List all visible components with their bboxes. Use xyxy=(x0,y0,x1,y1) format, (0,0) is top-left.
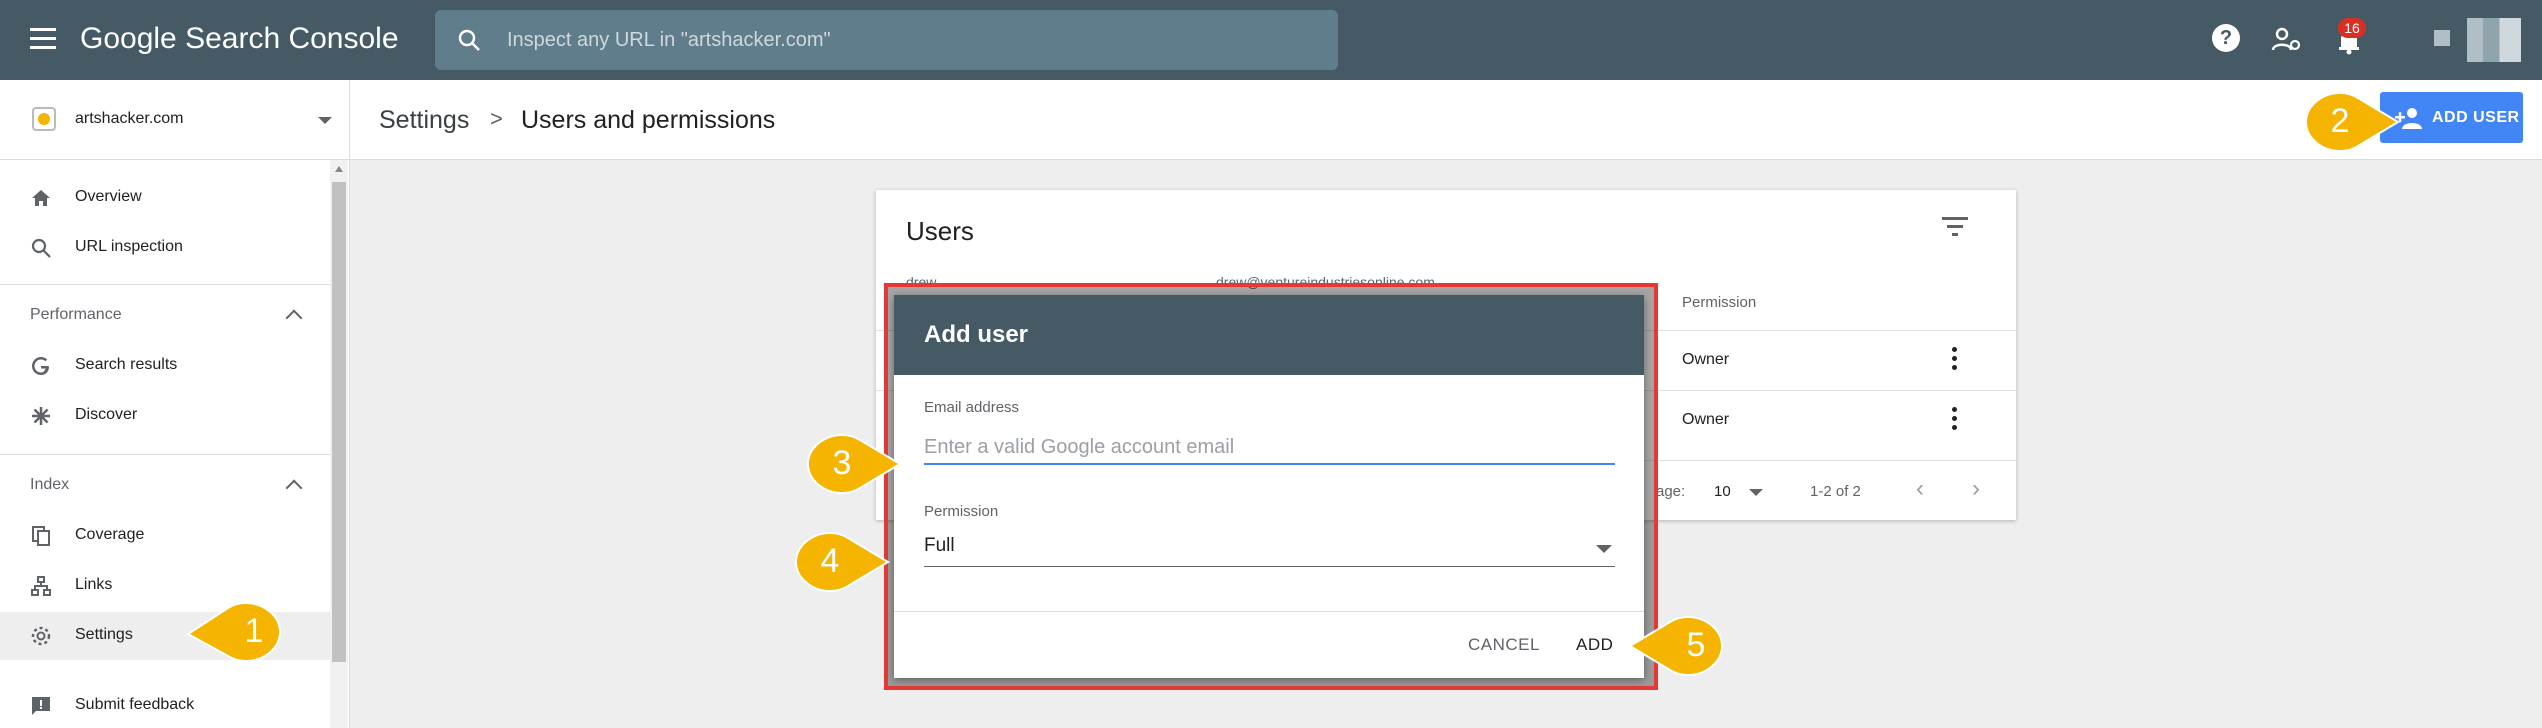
add-user-dialog: Add user Email address Permission Full C… xyxy=(894,295,1644,678)
feedback-icon xyxy=(32,697,50,715)
section-header-index[interactable]: Index xyxy=(30,476,69,494)
callout-number: 5 xyxy=(1686,626,1706,664)
sidebar-item-label: Links xyxy=(75,576,113,593)
divider xyxy=(894,611,1644,612)
chevron-up-icon[interactable] xyxy=(285,479,303,497)
search-icon xyxy=(31,238,51,258)
sidebar: Overview URL inspection Performance Sear… xyxy=(0,160,350,728)
sidebar-item-label: URL inspection xyxy=(75,238,183,255)
sidebar-item-label: Coverage xyxy=(75,526,145,543)
avatar[interactable] xyxy=(2467,18,2521,62)
manage-account-icon[interactable] xyxy=(2270,24,2302,56)
permission-cell: Owner xyxy=(1682,351,1730,368)
section-header-performance[interactable]: Performance xyxy=(30,306,122,324)
sidebar-item-label: Overview xyxy=(75,188,142,205)
cancel-button[interactable]: CANCEL xyxy=(1468,635,1540,655)
more-vert-icon[interactable] xyxy=(1952,407,1958,431)
email-label: Email address xyxy=(924,399,1020,416)
sidebar-item-coverage[interactable]: Coverage xyxy=(0,512,330,560)
next-page-icon[interactable]: › xyxy=(1972,475,1980,503)
callout-4: 4 xyxy=(780,530,890,592)
rows-per-page-label: age: xyxy=(1656,483,1686,500)
sitemap-icon xyxy=(31,576,51,596)
sidebar-item-label: Discover xyxy=(75,406,138,423)
sidebar-item-search-results[interactable]: Search results xyxy=(0,342,330,390)
permission-cell: Owner xyxy=(1682,411,1730,428)
menu-icon[interactable] xyxy=(30,28,56,50)
page-title: Users and permissions xyxy=(521,106,776,134)
scrollbar-thumb[interactable] xyxy=(332,182,346,662)
sidebar-item-label: Submit feedback xyxy=(75,696,195,713)
rows-per-page-select[interactable]: 10 xyxy=(1714,483,1731,500)
dialog-title: Add user xyxy=(924,321,1029,348)
sidebar-scrollbar[interactable] xyxy=(330,160,348,728)
search-icon xyxy=(458,29,480,51)
sidebar-item-url-inspection[interactable]: URL inspection xyxy=(0,224,330,272)
url-inspect-search[interactable]: Inspect any URL in "artshacker.com" xyxy=(435,10,1338,70)
sidebar-item-submit-feedback[interactable]: Submit feedback xyxy=(0,682,330,728)
sidebar-item-label: Search results xyxy=(75,356,178,373)
dropdown-arrow-icon xyxy=(1596,545,1612,553)
scroll-up-arrow-icon[interactable] xyxy=(335,166,343,172)
sidebar-item-overview[interactable]: Overview xyxy=(0,174,330,222)
card-title: Users xyxy=(906,216,974,246)
breadcrumb-separator-icon: > xyxy=(490,106,503,131)
asterisk-icon xyxy=(32,407,50,425)
more-vert-icon[interactable] xyxy=(1952,347,1958,371)
search-input[interactable]: Inspect any URL in "artshacker.com" xyxy=(507,29,831,52)
callout-1: 1 xyxy=(186,600,296,662)
callout-number: 3 xyxy=(832,444,852,482)
permission-select[interactable]: Full xyxy=(924,527,1615,567)
permission-value: Full xyxy=(924,535,955,556)
pagination-range: 1-2 of 2 xyxy=(1810,483,1861,500)
callout-2: 2 xyxy=(2290,90,2400,152)
property-name: artshacker.com xyxy=(75,110,184,127)
sidebar-item-discover[interactable]: Discover xyxy=(0,392,330,440)
site-favicon-icon xyxy=(32,107,56,131)
column-header-permission[interactable]: Permission xyxy=(1682,294,1756,311)
callout-number: 1 xyxy=(244,612,264,650)
chevron-down-icon[interactable] xyxy=(1749,489,1763,496)
add-user-label: ADD USER xyxy=(2432,109,2520,126)
add-button[interactable]: ADD xyxy=(1576,635,1613,655)
gear-icon xyxy=(31,626,51,646)
callout-number: 2 xyxy=(2330,102,2350,140)
breadcrumb-settings[interactable]: Settings xyxy=(379,106,469,135)
email-field[interactable] xyxy=(924,431,1615,465)
copy-pages-icon xyxy=(32,526,50,546)
callout-3: 3 xyxy=(792,432,902,494)
chevron-up-icon[interactable] xyxy=(285,309,303,327)
sidebar-item-label: Settings xyxy=(75,626,133,643)
callout-5: 5 xyxy=(1628,614,1738,676)
google-g-icon xyxy=(32,357,49,375)
apps-icon[interactable] xyxy=(2434,30,2450,46)
home-icon xyxy=(32,190,50,206)
callout-number: 4 xyxy=(820,542,840,580)
notification-badge: 16 xyxy=(2338,18,2366,38)
chevron-down-icon xyxy=(318,117,332,124)
app-logo[interactable]: Google Search Console xyxy=(80,22,399,56)
property-selector[interactable]: artshacker.com xyxy=(0,80,350,160)
add-user-button[interactable]: ADD USER xyxy=(2380,92,2523,143)
divider xyxy=(0,454,330,455)
top-app-bar: Google Search Console Inspect any URL in… xyxy=(0,0,2542,80)
divider xyxy=(0,284,330,285)
prev-page-icon[interactable]: ‹ xyxy=(1916,475,1924,503)
filter-icon[interactable] xyxy=(1942,216,1968,236)
help-icon[interactable]: ? xyxy=(2212,24,2244,56)
permission-label: Permission xyxy=(924,503,999,520)
